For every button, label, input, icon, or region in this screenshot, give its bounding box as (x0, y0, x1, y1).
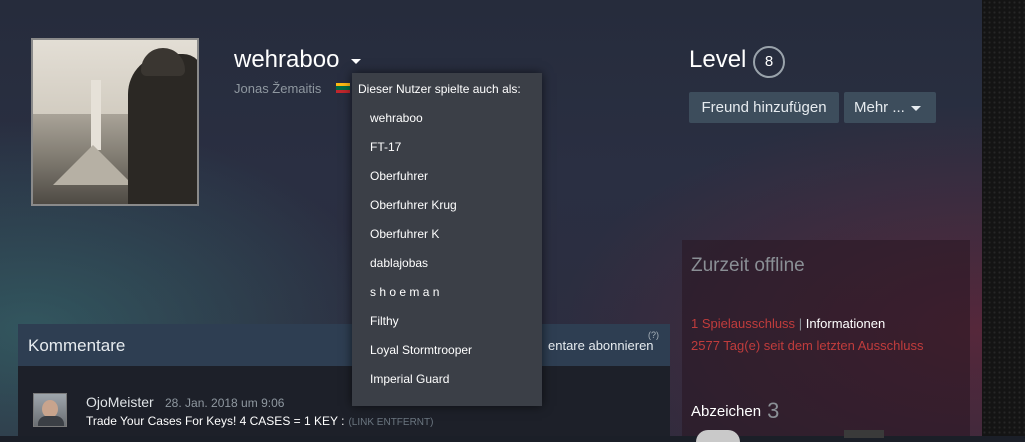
lithuania-flag-icon (336, 83, 350, 93)
ban-status: 1 Spielausschluss | Informationen (691, 316, 885, 331)
name-history-dropdown: Dieser Nutzer spielte auch als: wehraboo… (352, 73, 542, 406)
alias-item: Oberfuhrer Krug (370, 198, 457, 212)
comment-text: Trade Your Cases For Keys! 4 CASES = 1 K… (86, 414, 433, 428)
comments-header: Kommentare entare abonnieren (?) (18, 324, 670, 366)
help-icon[interactable]: (?) (648, 330, 659, 340)
chevron-down-icon (910, 105, 921, 111)
online-status: Zurzeit offline (691, 255, 805, 276)
alias-item: dablajobas (370, 256, 429, 270)
add-friend-button[interactable]: Freund hinzufügen (689, 92, 839, 123)
comment-avatar[interactable] (33, 393, 67, 427)
comment-date: 28. Jan. 2018 um 9:06 (165, 396, 285, 410)
comment-list: OjoMeister 28. Jan. 2018 um 9:06 Trade Y… (18, 366, 670, 436)
comments-title: Kommentare (28, 336, 126, 355)
alias-item: s h o e m a n (370, 285, 440, 299)
alias-item: wehraboo (370, 111, 423, 125)
subscribe-comments-link[interactable]: entare abonnieren (548, 338, 654, 353)
profile-real-name: Jonas Žemaitis (234, 81, 322, 96)
profile-username[interactable]: wehraboo (234, 46, 339, 74)
level-badge[interactable]: 8 (753, 46, 785, 78)
profile-avatar[interactable] (31, 38, 199, 206)
alias-item: Oberfuhrer K (370, 227, 440, 241)
alias-item: Loyal Stormtrooper (370, 343, 473, 357)
status-panel: Zurzeit offline 1 Spielausschluss | Info… (682, 240, 970, 442)
dropdown-header: Dieser Nutzer spielte auch als: (358, 82, 521, 96)
comment-body: Trade Your Cases For Keys! 4 CASES = 1 K… (86, 414, 345, 428)
level-label: Level (689, 46, 747, 73)
alias-item: FT-17 (370, 140, 402, 154)
badges-label: Abzeichen (691, 403, 762, 420)
ban-info-link[interactable]: Informationen (806, 316, 886, 331)
alias-item: Filthy (370, 314, 399, 328)
ban-count: 1 Spielausschluss (691, 316, 796, 331)
ban-separator: | (798, 316, 803, 331)
more-button-label: Mehr ... (854, 99, 905, 116)
more-button[interactable]: Mehr ... (844, 92, 936, 123)
badge-icon[interactable] (696, 430, 740, 442)
alias-item: Oberfuhrer (370, 169, 429, 183)
ban-days: 2577 Tag(e) seit dem letzten Ausschluss (691, 338, 924, 353)
badges-count: 3 (767, 398, 780, 423)
alias-item: Imperial Guard (370, 372, 450, 386)
comment-removed-link: (LINK ENTFERNT) (348, 417, 434, 428)
comment-author[interactable]: OjoMeister (86, 394, 154, 410)
badge-icon[interactable] (844, 430, 884, 438)
name-history-caret-icon[interactable] (351, 59, 361, 64)
page-side-strip (982, 0, 1025, 436)
badges-heading[interactable]: Abzeichen 3 (691, 398, 779, 424)
